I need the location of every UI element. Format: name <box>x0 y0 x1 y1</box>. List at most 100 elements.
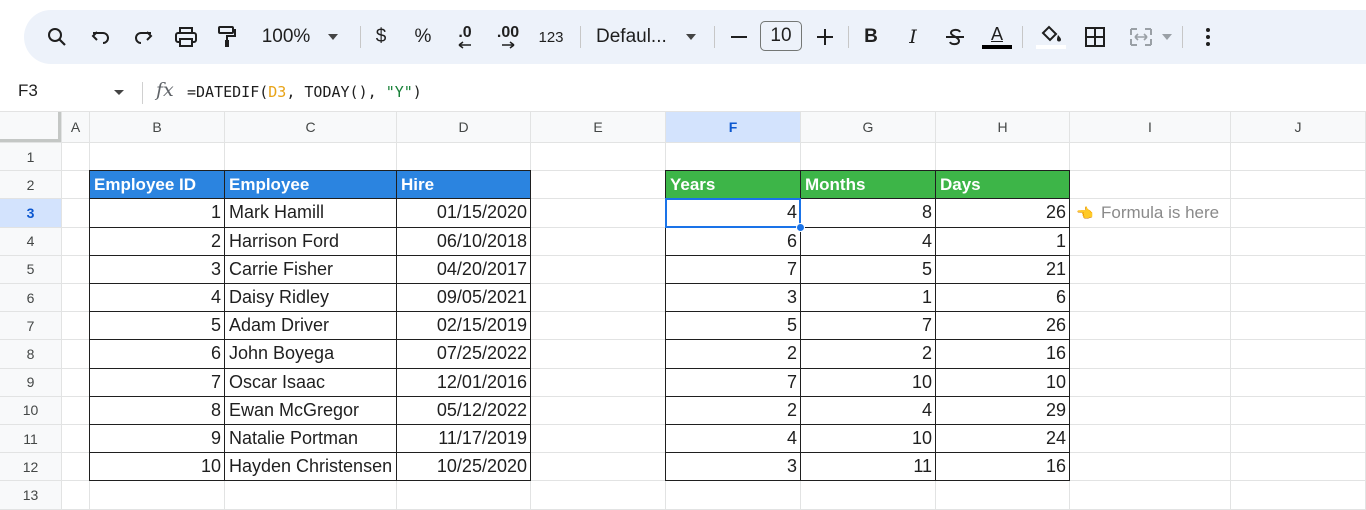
zoom-select[interactable]: 100% <box>258 10 314 64</box>
percent-format-button[interactable]: % <box>411 10 435 64</box>
employee-table-cell[interactable]: Daisy Ridley <box>225 284 397 313</box>
employee-table-cell[interactable]: 12/01/2016 <box>397 368 531 397</box>
chevron-down-icon[interactable] <box>324 10 342 64</box>
more-options-icon[interactable] <box>1198 10 1218 64</box>
formula-input[interactable]: =DATEDIF(D3, TODAY(), "Y") <box>187 83 422 101</box>
duration-table-cell[interactable]: 26 <box>936 312 1070 341</box>
employee-table-cell[interactable]: 10 <box>90 453 225 482</box>
employee-table-cell[interactable]: 7 <box>90 368 225 397</box>
duration-table-header-cell[interactable]: Years <box>666 171 801 200</box>
borders-icon[interactable] <box>1082 10 1108 64</box>
duration-table-cell[interactable]: 24 <box>936 425 1070 454</box>
employee-table-cell[interactable]: Adam Driver <box>225 312 397 341</box>
employee-table-cell[interactable]: 8 <box>90 396 225 425</box>
increase-font-size-button[interactable] <box>814 10 836 64</box>
employee-table-cell[interactable]: Ewan McGregor <box>225 396 397 425</box>
undo-icon[interactable] <box>88 10 114 64</box>
employee-table-cell[interactable]: 3 <box>90 255 225 284</box>
employee-table-cell[interactable]: 07/25/2022 <box>397 340 531 369</box>
column-header-e[interactable]: E <box>531 112 665 142</box>
duration-table-cell[interactable]: 5 <box>801 255 936 284</box>
row-header-13[interactable]: 13 <box>0 481 61 509</box>
duration-table-cell[interactable]: 3 <box>666 284 801 313</box>
increase-decimal-button[interactable]: .00 <box>492 10 524 64</box>
more-formats-button[interactable]: 123 <box>534 10 568 64</box>
paint-format-icon[interactable] <box>214 10 240 64</box>
decrease-decimal-button[interactable]: .0 <box>450 10 480 64</box>
search-icon[interactable] <box>44 10 70 64</box>
row-header-8[interactable]: 8 <box>0 340 61 368</box>
duration-table-cell[interactable]: 4 <box>801 396 936 425</box>
column-header-g[interactable]: G <box>801 112 935 142</box>
duration-table-cell[interactable]: 8 <box>801 199 936 228</box>
row-header-1[interactable]: 1 <box>0 143 61 171</box>
duration-table-cell[interactable]: 21 <box>936 255 1070 284</box>
employee-table-cell[interactable]: Carrie Fisher <box>225 255 397 284</box>
employee-table-cell[interactable]: 05/12/2022 <box>397 396 531 425</box>
duration-table-cell[interactable]: 16 <box>936 453 1070 482</box>
chevron-down-icon[interactable] <box>682 10 700 64</box>
duration-table-cell[interactable]: 1 <box>801 284 936 313</box>
employee-table-cell[interactable]: Oscar Isaac <box>225 368 397 397</box>
duration-table-cell[interactable]: 16 <box>936 340 1070 369</box>
column-header-h[interactable]: H <box>936 112 1069 142</box>
duration-table-header-cell[interactable]: Days <box>936 171 1070 200</box>
row-header-12[interactable]: 12 <box>0 453 61 481</box>
duration-table-cell[interactable]: 7 <box>801 312 936 341</box>
column-header-c[interactable]: C <box>225 112 396 142</box>
print-icon[interactable] <box>172 10 200 64</box>
chevron-down-icon[interactable] <box>1160 10 1174 64</box>
duration-table-cell[interactable]: 26 <box>936 199 1070 228</box>
row-header-9[interactable]: 9 <box>0 368 61 396</box>
employee-table-cell[interactable]: 09/05/2021 <box>397 284 531 313</box>
duration-table-cell[interactable]: 11 <box>801 453 936 482</box>
duration-table-cell[interactable]: 4 <box>801 227 936 256</box>
select-all-corner[interactable] <box>0 112 61 142</box>
duration-table-cell[interactable]: 10 <box>801 425 936 454</box>
employee-table-cell[interactable]: John Boyega <box>225 340 397 369</box>
strikethrough-icon[interactable] <box>942 10 968 64</box>
duration-table-cell[interactable]: 6 <box>936 284 1070 313</box>
font-family-select[interactable]: Defaul... <box>596 10 668 64</box>
currency-format-button[interactable]: $ <box>370 10 392 64</box>
column-header-a[interactable]: A <box>62 112 89 142</box>
employee-table-cell[interactable]: 10/25/2020 <box>397 453 531 482</box>
row-header-2[interactable]: 2 <box>0 171 61 199</box>
employee-table-cell[interactable]: 06/10/2018 <box>397 227 531 256</box>
employee-table-cell[interactable]: 11/17/2019 <box>397 425 531 454</box>
employee-table-cell[interactable]: Hayden Christensen <box>225 453 397 482</box>
duration-table-cell[interactable]: 2 <box>801 340 936 369</box>
row-header-4[interactable]: 4 <box>0 227 61 255</box>
duration-table-cell[interactable]: 1 <box>936 227 1070 256</box>
duration-table-cell[interactable]: 7 <box>666 368 801 397</box>
employee-table-cell[interactable]: 6 <box>90 340 225 369</box>
employee-table-cell[interactable]: 4 <box>90 284 225 313</box>
merge-cells-icon[interactable] <box>1124 10 1158 64</box>
duration-table-cell[interactable]: 4 <box>666 425 801 454</box>
duration-table-cell[interactable]: 7 <box>666 255 801 284</box>
row-header-5[interactable]: 5 <box>0 255 61 283</box>
employee-table-header-cell[interactable]: Employee <box>225 171 397 200</box>
duration-table-header-cell[interactable]: Months <box>801 171 936 200</box>
employee-table-cell[interactable]: 02/15/2019 <box>397 312 531 341</box>
row-header-6[interactable]: 6 <box>0 284 61 312</box>
employee-table-cell[interactable]: 01/15/2020 <box>397 199 531 228</box>
bold-button[interactable]: B <box>860 10 882 64</box>
row-header-3[interactable]: 3 <box>0 199 61 227</box>
duration-table-cell[interactable]: 6 <box>666 227 801 256</box>
font-size-input[interactable]: 10 <box>760 21 802 51</box>
row-header-7[interactable]: 7 <box>0 312 61 340</box>
employee-table-cell[interactable]: Harrison Ford <box>225 227 397 256</box>
employee-table-header-cell[interactable]: Hire <box>397 171 531 200</box>
chevron-down-icon[interactable] <box>114 90 124 95</box>
duration-table-cell[interactable]: 5 <box>666 312 801 341</box>
employee-table-cell[interactable]: 9 <box>90 425 225 454</box>
redo-icon[interactable] <box>130 10 156 64</box>
text-color-button[interactable]: A <box>982 10 1012 64</box>
column-header-d[interactable]: D <box>397 112 530 142</box>
duration-table-cell[interactable]: 10 <box>936 368 1070 397</box>
employee-table-cell[interactable]: Mark Hamill <box>225 199 397 228</box>
employee-table-cell[interactable]: 2 <box>90 227 225 256</box>
duration-table-cell[interactable]: 2 <box>666 340 801 369</box>
row-header-11[interactable]: 11 <box>0 425 61 453</box>
